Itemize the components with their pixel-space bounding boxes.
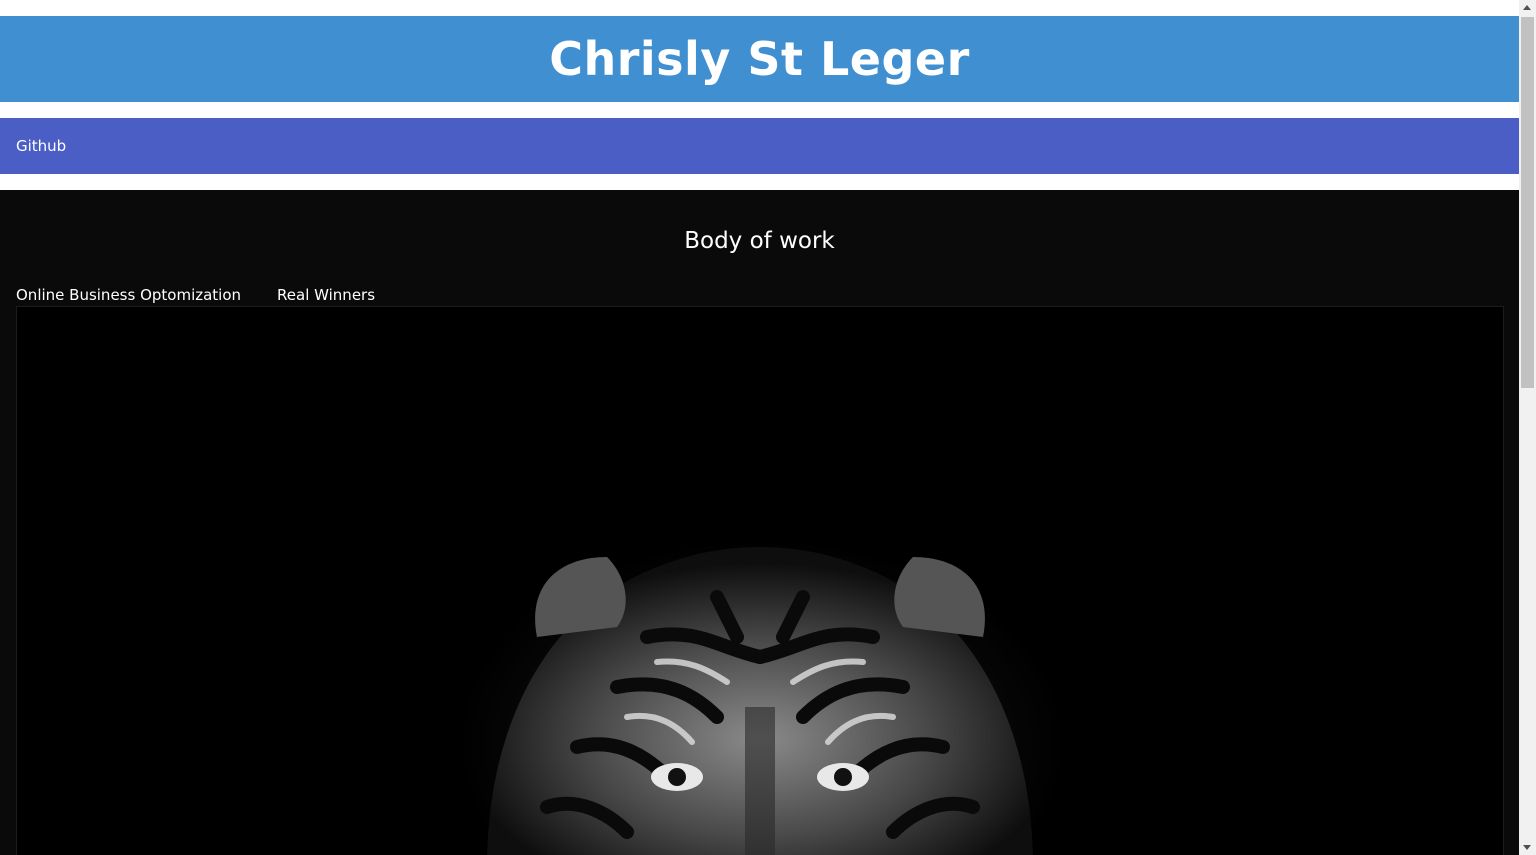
site-header: Chrisly St Leger bbox=[0, 16, 1519, 102]
scrollbar-thumb[interactable] bbox=[1521, 17, 1534, 388]
scroll-up-icon[interactable] bbox=[1523, 5, 1531, 10]
scroll-down-icon[interactable] bbox=[1523, 845, 1531, 850]
page-scrollbar[interactable] bbox=[1519, 0, 1536, 855]
main-section: Body of work Online Business Optomizatio… bbox=[0, 190, 1519, 855]
page: Chrisly St Leger Github Body of work Onl… bbox=[0, 0, 1519, 855]
section-heading: Body of work bbox=[684, 228, 835, 254]
tiger-image bbox=[17, 307, 1503, 855]
tab-real-winners[interactable]: Real Winners bbox=[277, 286, 375, 304]
tab-online-business-optomization[interactable]: Online Business Optomization bbox=[16, 286, 241, 304]
project-tabs: Online Business Optomization Real Winner… bbox=[16, 286, 411, 304]
project-preview-frame bbox=[16, 306, 1504, 855]
nav-bar: Github bbox=[0, 118, 1519, 174]
nav-link-github[interactable]: Github bbox=[16, 137, 66, 155]
page-title: Chrisly St Leger bbox=[549, 32, 970, 86]
